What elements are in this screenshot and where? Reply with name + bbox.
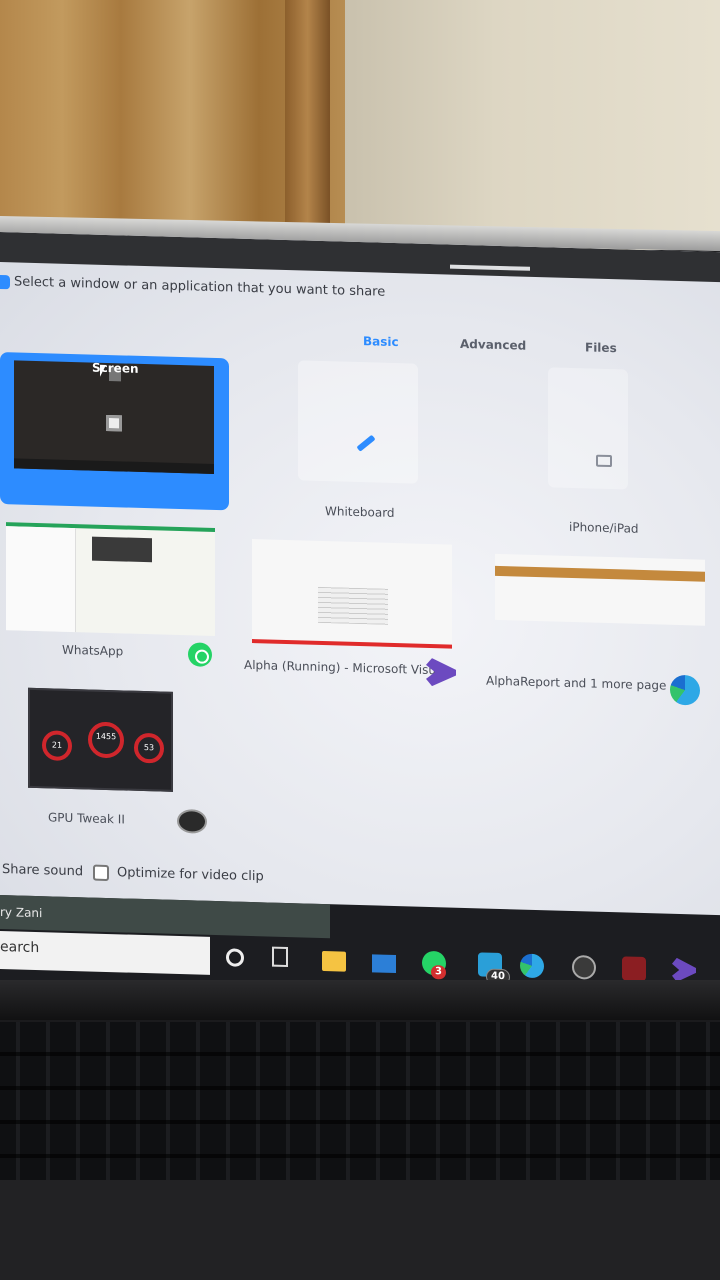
airplay-icon	[596, 454, 612, 468]
taskbar-search[interactable]: earch	[0, 931, 210, 975]
tab-files[interactable]: Files	[585, 340, 617, 355]
wall	[345, 0, 720, 250]
whiteboard-label: Whiteboard	[325, 504, 395, 521]
mouse-cursor-icon	[100, 364, 106, 377]
visual-studio-window-tile[interactable]	[252, 539, 452, 649]
gpu-gauge: 1455	[88, 721, 124, 759]
share-screen-tile[interactable]	[0, 352, 229, 511]
share-iphone-tile[interactable]	[548, 367, 628, 490]
whatsapp-window-tile[interactable]	[6, 522, 215, 637]
gpu-tweak-window-tile[interactable]: 21 1455 53	[28, 687, 173, 792]
tab-advanced[interactable]: Advanced	[460, 337, 526, 353]
taskbar-gpu-tweak-2-icon[interactable]	[622, 956, 646, 982]
cortana-icon[interactable]	[226, 948, 244, 967]
whatsapp-badge: 3	[431, 965, 446, 980]
thumbnail-toolbar	[14, 458, 214, 474]
iphone-label: iPhone/iPad	[569, 519, 639, 536]
keyboard-keys	[0, 1022, 720, 1182]
taskbar-gpu-tweak-icon[interactable]	[572, 954, 596, 980]
gpu-tweak-icon	[177, 808, 207, 834]
optimize-checkbox[interactable]	[93, 864, 109, 882]
share-dialog: Select a window or an application that y…	[0, 232, 720, 933]
monitor-bottom-bezel	[0, 980, 720, 1020]
taskbar-visual-studio-icon[interactable]	[672, 958, 696, 983]
gpu-gauge: 21	[42, 730, 72, 762]
gpu-gauge-value: 53	[143, 743, 155, 753]
screen-thumbnail	[14, 360, 214, 474]
task-view-icon[interactable]	[272, 946, 288, 968]
curtain-fold	[285, 0, 330, 240]
gpu-gauge: 53	[134, 732, 164, 764]
screen-label: Screen	[92, 360, 139, 376]
visual-studio-label: Alpha (Running) - Microsoft Visu...	[244, 657, 448, 678]
whatsapp-label: WhatsApp	[62, 642, 124, 659]
taskbar-edge-icon[interactable]	[520, 953, 544, 979]
file-explorer-icon[interactable]	[322, 950, 346, 972]
edge-label: AlphaReport and 1 more page - ...	[486, 673, 690, 694]
share-whiteboard-tile[interactable]	[298, 360, 418, 484]
user-name: ry Zani	[0, 905, 43, 921]
gpu-gauge-value: 1455	[95, 731, 117, 742]
share-sound-option[interactable]: Share sound	[2, 862, 83, 879]
edge-page-header	[495, 565, 705, 582]
qr-preview	[106, 414, 122, 432]
tab-basic[interactable]: Basic	[363, 334, 399, 349]
mail-icon[interactable]	[372, 954, 396, 974]
whatsapp-icon	[188, 642, 212, 667]
gpu-gauge-value: 21	[51, 740, 63, 750]
code-grid-preview	[318, 586, 388, 625]
title-bar-accent	[450, 264, 530, 271]
optimize-label: Optimize for video clip	[117, 865, 264, 885]
search-text: earch	[0, 939, 40, 957]
share-prompt: Select a window or an application that y…	[14, 274, 386, 300]
whatsapp-popup	[92, 536, 152, 563]
edge-window-tile[interactable]	[495, 553, 705, 626]
zoom-app-icon	[0, 274, 10, 290]
edge-icon	[670, 674, 700, 706]
gpu-tweak-label: GPU Tweak II	[48, 810, 125, 827]
whatsapp-chat-list	[6, 526, 76, 633]
desk	[0, 1180, 720, 1280]
keyboard	[0, 1022, 720, 1182]
